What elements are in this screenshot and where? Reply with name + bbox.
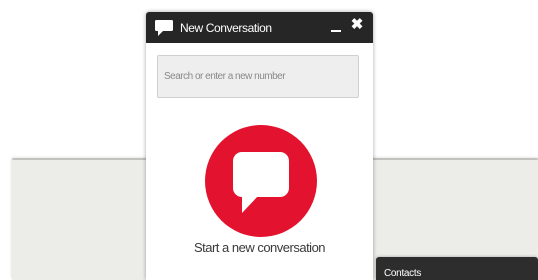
close-button[interactable]: ✖ [350,17,364,33]
minimize-button[interactable] [329,18,343,34]
close-icon: ✖ [350,16,364,33]
speech-bubble-icon [233,152,289,213]
chat-bubble-icon [154,19,174,37]
dialog-titlebar: New Conversation ✖ [146,12,373,43]
start-conversation-label: Start a new conversation [193,240,326,255]
new-conversation-dialog: New Conversation ✖ Start a new conversat… [146,12,373,280]
dialog-title: New Conversation [180,20,272,35]
search-input[interactable] [157,55,359,98]
start-conversation-button[interactable] [205,125,317,237]
contacts-bar[interactable]: Contacts [376,257,538,280]
contacts-label: Contacts [384,268,422,279]
